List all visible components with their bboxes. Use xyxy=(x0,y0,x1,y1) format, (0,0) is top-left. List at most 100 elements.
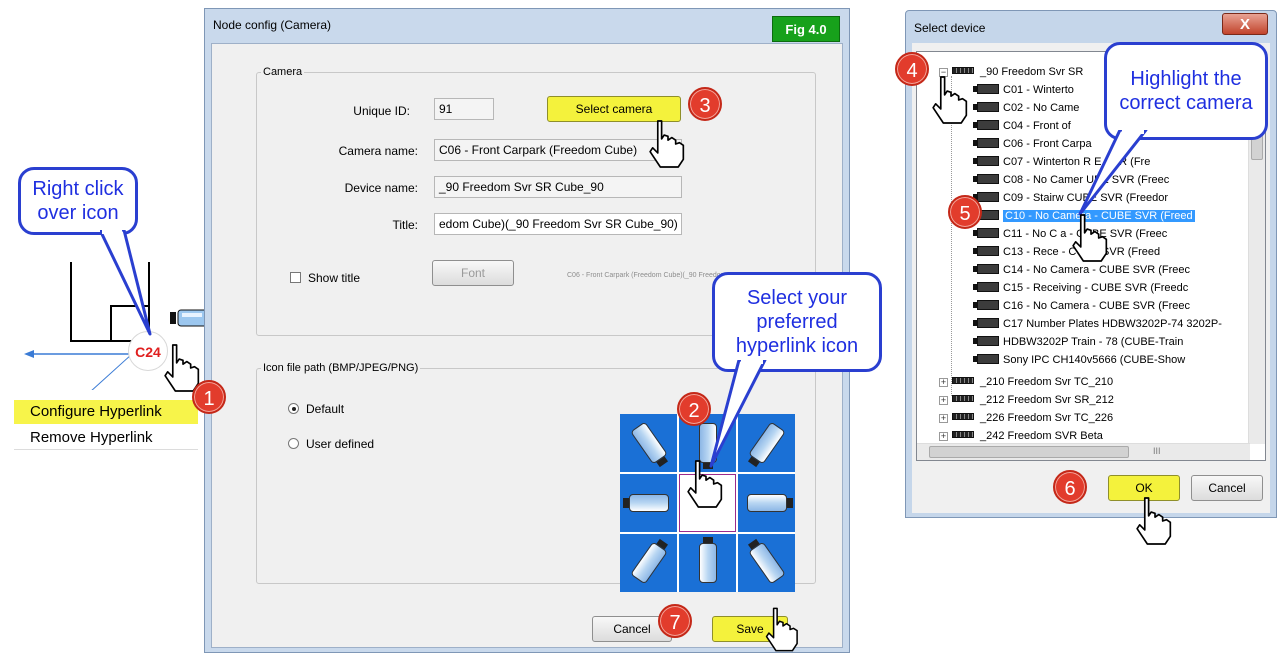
cancel-button[interactable]: Cancel xyxy=(1191,475,1263,501)
tree-node-label: C16 - No Camera - CUBE SVR (Freec xyxy=(1003,300,1191,312)
icon-option-down[interactable] xyxy=(679,534,736,592)
scroll-thumb[interactable] xyxy=(929,446,1129,458)
default-label: Default xyxy=(306,402,345,416)
unique-id-field[interactable]: 91 xyxy=(434,98,494,120)
camera-name-label: Camera name: xyxy=(338,144,418,158)
camera-icon xyxy=(973,156,999,166)
scroll-grip: III xyxy=(1153,446,1161,456)
camera-icon xyxy=(973,120,999,130)
camera-icon xyxy=(973,174,999,184)
expand-icon[interactable]: + xyxy=(939,396,948,405)
user-defined-radio[interactable] xyxy=(288,438,299,449)
tree-camera-node[interactable]: C15 - Receiving - CUBE SVR (Freedc xyxy=(973,280,1189,296)
icon-option-down-right[interactable] xyxy=(738,534,795,592)
show-title-checkbox[interactable] xyxy=(290,272,301,283)
device-name-field[interactable]: _90 Freedom Svr SR Cube_90 xyxy=(434,176,682,198)
server-icon xyxy=(952,395,974,402)
expand-icon[interactable]: + xyxy=(939,378,948,387)
server-icon xyxy=(952,67,974,74)
camera-group-label: Camera xyxy=(263,66,303,78)
camera-icon xyxy=(973,192,999,202)
hand-cursor-icon xyxy=(932,76,968,124)
horizontal-scrollbar[interactable]: III xyxy=(917,443,1250,460)
unique-id-label: Unique ID: xyxy=(353,104,410,118)
callout-text: Select your preferred hyperlink icon xyxy=(735,287,859,357)
expand-icon[interactable]: + xyxy=(939,432,948,441)
step-badge-6: 6 xyxy=(1053,470,1087,504)
icon-option-down-left[interactable] xyxy=(620,534,677,592)
tree-camera-node[interactable]: C01 - Winterto xyxy=(973,82,1074,98)
title-field[interactable]: edom Cube)(_90 Freedom Svr SR Cube_90) xyxy=(434,213,682,235)
default-radio[interactable] xyxy=(288,403,299,414)
figure-label: Fig 4.0 xyxy=(772,16,840,42)
step-badge-2: 2 xyxy=(677,392,711,426)
camera-icon xyxy=(973,228,999,238)
camera-icon xyxy=(973,102,999,112)
dialog-title: Node config (Camera) xyxy=(213,18,332,32)
tree-server-node[interactable]: + _226 Freedom Svr TC_226 xyxy=(939,410,1113,426)
tree-node-label: _90 Freedom Svr SR xyxy=(980,66,1084,78)
tree-node-label: C14 - No Camera - CUBE SVR (Freec xyxy=(1003,264,1191,276)
callout-text: Right click over icon xyxy=(32,178,124,224)
camera-icon xyxy=(973,84,999,94)
callout-text: Highlight the correct camera xyxy=(1119,68,1253,114)
tree-server-node[interactable]: + _212 Freedom Svr SR_212 xyxy=(939,392,1114,408)
step-badge-7: 7 xyxy=(658,604,692,638)
close-button[interactable]: X xyxy=(1222,13,1268,35)
camera-icon xyxy=(973,264,999,274)
callout-select-icon: Select your preferred hyperlink icon xyxy=(712,272,882,372)
camera-icon xyxy=(747,541,786,585)
icon-option-right[interactable] xyxy=(738,474,795,532)
icon-option-left[interactable] xyxy=(620,474,677,532)
tree-camera-node[interactable]: C17 Number Plates HDBW3202P-74 3202P- xyxy=(973,316,1222,332)
camera-icon xyxy=(629,421,668,465)
tree-node-label: _242 Freedom SVR Beta xyxy=(980,430,1103,442)
tree-camera-node[interactable]: HDBW3202P Train - 78 (CUBE-Train xyxy=(973,334,1183,350)
tree-node-label: C17 Number Plates HDBW3202P-74 3202P- xyxy=(1003,318,1222,330)
callout-pointer xyxy=(709,360,767,468)
hand-cursor-icon xyxy=(1136,497,1172,545)
tree-camera-node[interactable]: C14 - No Camera - CUBE SVR (Freec xyxy=(973,262,1191,278)
tree-node-label: _226 Freedom Svr TC_226 xyxy=(980,412,1114,424)
server-icon xyxy=(952,377,974,384)
tree-camera-node[interactable]: C16 - No Camera - CUBE SVR (Freec xyxy=(973,298,1191,314)
tree-node-label: C01 - Winterto xyxy=(1003,84,1074,96)
tree-camera-node[interactable]: C02 - No Came xyxy=(973,100,1080,116)
camera-icon xyxy=(973,282,999,292)
hand-cursor-icon xyxy=(687,460,723,508)
title-label: Title: xyxy=(392,218,418,232)
server-icon xyxy=(952,413,974,420)
tree-camera-node[interactable]: C04 - Front of xyxy=(973,118,1071,134)
tree-node-label: _210 Freedom Svr TC_210 xyxy=(980,376,1114,388)
menu-item-remove-hyperlink[interactable]: Remove Hyperlink xyxy=(14,426,198,450)
server-icon xyxy=(952,431,974,438)
tree-server-node[interactable]: + _242 Freedom SVR Beta xyxy=(939,428,1103,444)
tree-server-node[interactable]: + _210 Freedom Svr TC_210 xyxy=(939,374,1113,390)
tree-node-label: C15 - Receiving - CUBE SVR (Freedc xyxy=(1003,282,1189,294)
tree-node-label: C04 - Front of xyxy=(1003,120,1071,132)
tree-node-label: C02 - No Came xyxy=(1003,102,1080,114)
camera-icon xyxy=(973,246,999,256)
expand-icon[interactable]: + xyxy=(939,414,948,423)
step-badge-5: 5 xyxy=(948,195,982,229)
callout-pointer xyxy=(100,230,152,336)
camera-icon xyxy=(746,494,793,512)
dialog-title: Select device xyxy=(914,21,986,35)
camera-icon xyxy=(973,354,999,364)
hand-cursor-icon xyxy=(1072,214,1108,262)
user-defined-label: User defined xyxy=(306,437,375,451)
tree-node-label: _212 Freedom Svr SR_212 xyxy=(980,394,1114,406)
tree-node-label: Sony IPC CH140v5666 (CUBE-Show xyxy=(1003,354,1186,366)
hand-cursor-icon xyxy=(649,120,685,168)
camera-icon xyxy=(973,336,999,346)
camera-icon xyxy=(629,541,668,585)
camera-icon xyxy=(973,138,999,148)
icon-option-up-left[interactable] xyxy=(620,414,677,472)
step-badge-4: 4 xyxy=(895,52,929,86)
hand-cursor-icon xyxy=(765,607,798,652)
step-badge-3: 3 xyxy=(688,87,722,121)
tree-camera-node[interactable]: Sony IPC CH140v5666 (CUBE-Show xyxy=(973,352,1186,368)
menu-item-configure-hyperlink[interactable]: Configure Hyperlink xyxy=(14,400,198,424)
font-button[interactable]: Font xyxy=(432,260,514,286)
camera-icon xyxy=(628,494,669,512)
